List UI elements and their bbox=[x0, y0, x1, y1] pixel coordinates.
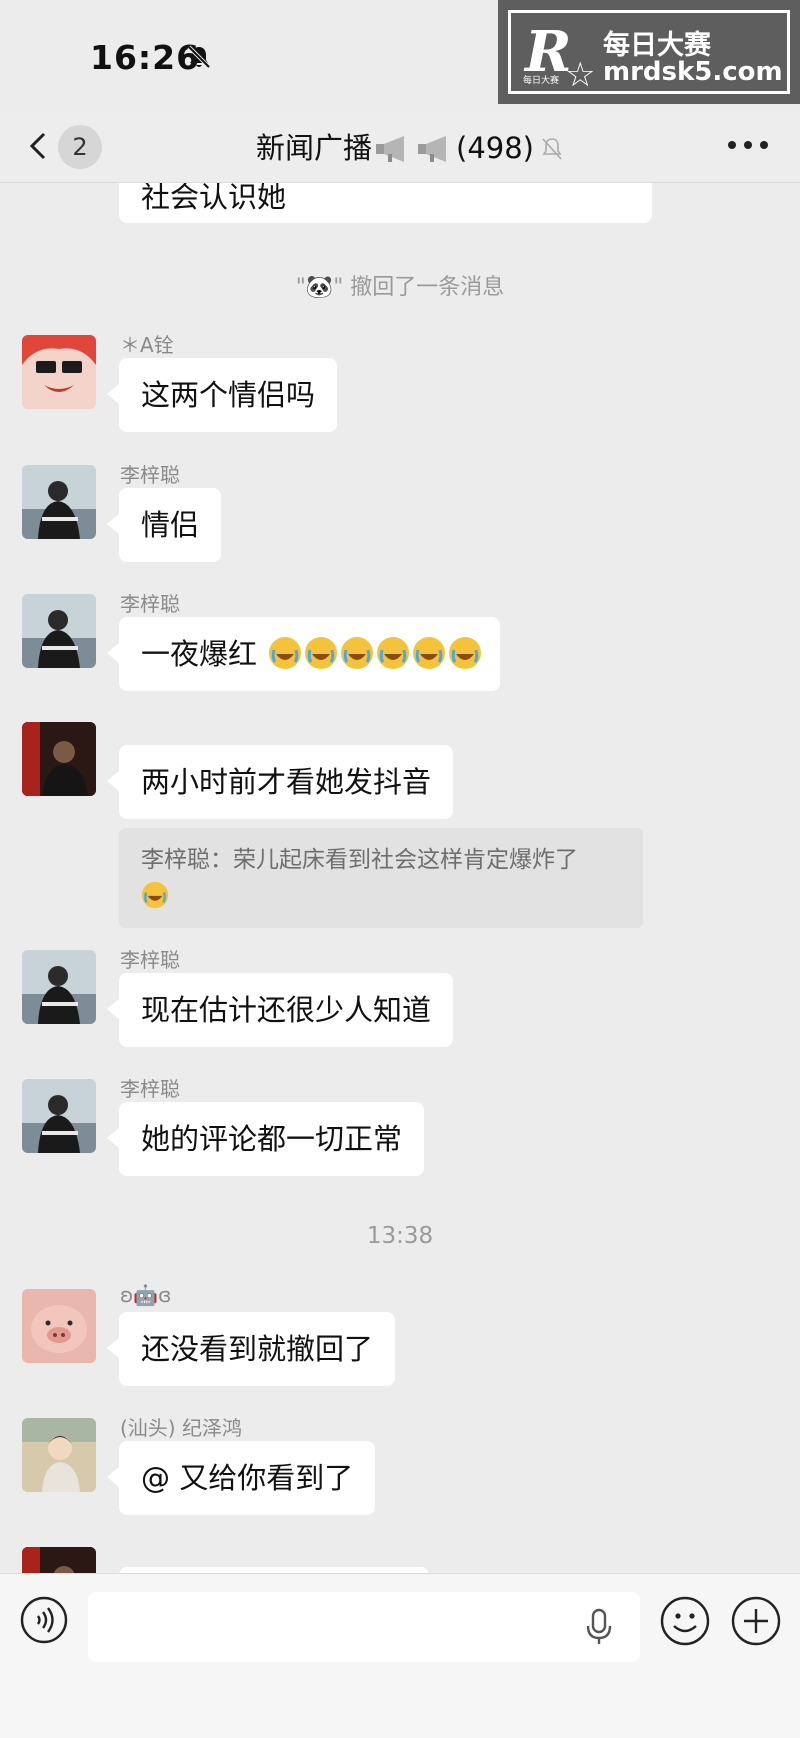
message-text: 她的评论都一切正常 bbox=[141, 1122, 403, 1156]
input-bar bbox=[0, 1573, 800, 1738]
message-text: 还没看到就撤回了 bbox=[141, 1332, 374, 1366]
laugh-cry-emoji-icon bbox=[269, 637, 302, 669]
sender-name: 李梓聪 bbox=[120, 948, 180, 972]
message-input[interactable] bbox=[88, 1592, 640, 1662]
laugh-cry-emoji-icon bbox=[141, 881, 169, 909]
message-text: 两小时前才看她发抖音 bbox=[141, 765, 432, 799]
message-bubble[interactable]: 社会认识她 bbox=[119, 183, 652, 223]
message-text: 情侣 bbox=[141, 508, 200, 542]
unread-badge: 2 bbox=[58, 125, 102, 169]
message-text: 社会认识她 bbox=[141, 183, 287, 214]
watermark-logo-caption: 每日大赛 bbox=[523, 76, 560, 86]
sender-name: 李梓聪 bbox=[120, 1077, 180, 1101]
back-button[interactable]: 2 bbox=[22, 123, 108, 169]
quoted-message[interactable]: 李梓聪：荣儿起床看到社会这样肯定爆炸了 bbox=[119, 828, 643, 928]
star-icon: ☆ bbox=[565, 55, 596, 95]
megaphone-icon bbox=[376, 136, 405, 162]
watermark: R ☆ 每日大赛 每日大赛 mrdsk5.com bbox=[498, 0, 800, 104]
message-bubble[interactable]: 现在估计还很少人知道 bbox=[106, 973, 454, 1047]
bell-muted-icon bbox=[187, 45, 211, 69]
laugh-cry-emoji-icon bbox=[413, 637, 446, 669]
microphone-icon[interactable] bbox=[583, 1608, 615, 1646]
message-list[interactable]: 社会认识她 "🐼" 撤回了一条消息 ＊A铨 这两个情侣吗 李梓聪 情侣 李梓聪 bbox=[0, 183, 800, 1573]
avatar[interactable] bbox=[22, 950, 96, 1024]
chat-header: 2 新闻广播 (498) bbox=[0, 115, 800, 183]
sender-name: (汕头) 纪泽鸿 bbox=[120, 1416, 242, 1440]
status-bar: 16:26 R ☆ 每日大赛 每日大赛 mrdsk5.com bbox=[0, 0, 800, 115]
group-name: 新闻广播 bbox=[256, 131, 373, 165]
avatar[interactable] bbox=[22, 594, 96, 668]
member-count: (498) bbox=[456, 131, 534, 165]
laugh-cry-emoji-icon bbox=[449, 637, 482, 669]
chat-title[interactable]: 新闻广播 (498) bbox=[256, 125, 564, 167]
dot-icon bbox=[728, 141, 736, 149]
sender-name: ＊A铨 bbox=[120, 333, 174, 357]
sender-name: 李梓聪 bbox=[120, 463, 180, 487]
message-text: @ 又给你看到了 bbox=[141, 1461, 354, 1495]
dot-icon bbox=[744, 141, 752, 149]
message-text: 现在估计还很少人知道 bbox=[141, 993, 432, 1027]
mute-icon bbox=[542, 138, 562, 160]
avatar[interactable] bbox=[22, 1547, 96, 1573]
watermark-url: mrdsk5.com bbox=[603, 57, 783, 87]
quote-text: 李梓聪：荣儿起床看到社会这样肯定爆炸了 bbox=[141, 847, 578, 873]
laugh-cry-emoji-icon bbox=[377, 637, 410, 669]
message-bubble[interactable]: 她的评论都一切正常 bbox=[106, 1102, 425, 1176]
message-bubble[interactable]: 还没看到就撤回了 bbox=[106, 1312, 396, 1386]
avatar[interactable] bbox=[22, 722, 96, 796]
avatar[interactable] bbox=[22, 1289, 96, 1363]
chevron-left-icon bbox=[29, 132, 46, 160]
message-bubble[interactable]: 这两个情侣吗 bbox=[106, 358, 338, 432]
laugh-cry-emoji-icon bbox=[305, 637, 338, 669]
avatar[interactable] bbox=[22, 1079, 96, 1153]
voice-input-icon[interactable] bbox=[20, 1596, 68, 1644]
dot-icon bbox=[760, 141, 768, 149]
message-text: 一夜爆红 bbox=[141, 637, 258, 671]
message-bubble[interactable]: 一夜爆红 bbox=[106, 617, 501, 691]
more-options-button[interactable] bbox=[728, 139, 770, 153]
message-text: 这两个情侣吗 bbox=[141, 378, 316, 412]
watermark-frame: R ☆ 每日大赛 每日大赛 mrdsk5.com bbox=[508, 10, 790, 95]
avatar[interactable] bbox=[22, 465, 96, 539]
avatar[interactable] bbox=[22, 335, 96, 409]
message-bubble[interactable]: @ 又给你看到了 bbox=[106, 1441, 376, 1515]
status-time: 16:26 bbox=[90, 38, 201, 77]
sender-name: ʚ🤖ɞ bbox=[120, 1283, 172, 1307]
megaphone-icon bbox=[418, 136, 447, 162]
message-bubble[interactable]: 两小时前才看她发抖音 bbox=[106, 745, 454, 819]
avatar[interactable] bbox=[22, 1418, 96, 1492]
sender-name: 李梓聪 bbox=[120, 592, 180, 616]
plus-icon[interactable] bbox=[731, 1596, 781, 1646]
time-separator: 13:38 bbox=[366, 1223, 434, 1249]
system-message: "🐼" 撤回了一条消息 bbox=[295, 275, 505, 300]
emoji-icon[interactable] bbox=[660, 1596, 710, 1646]
laugh-cry-emoji-icon bbox=[341, 637, 374, 669]
message-bubble[interactable]: 情侣 bbox=[106, 488, 222, 562]
